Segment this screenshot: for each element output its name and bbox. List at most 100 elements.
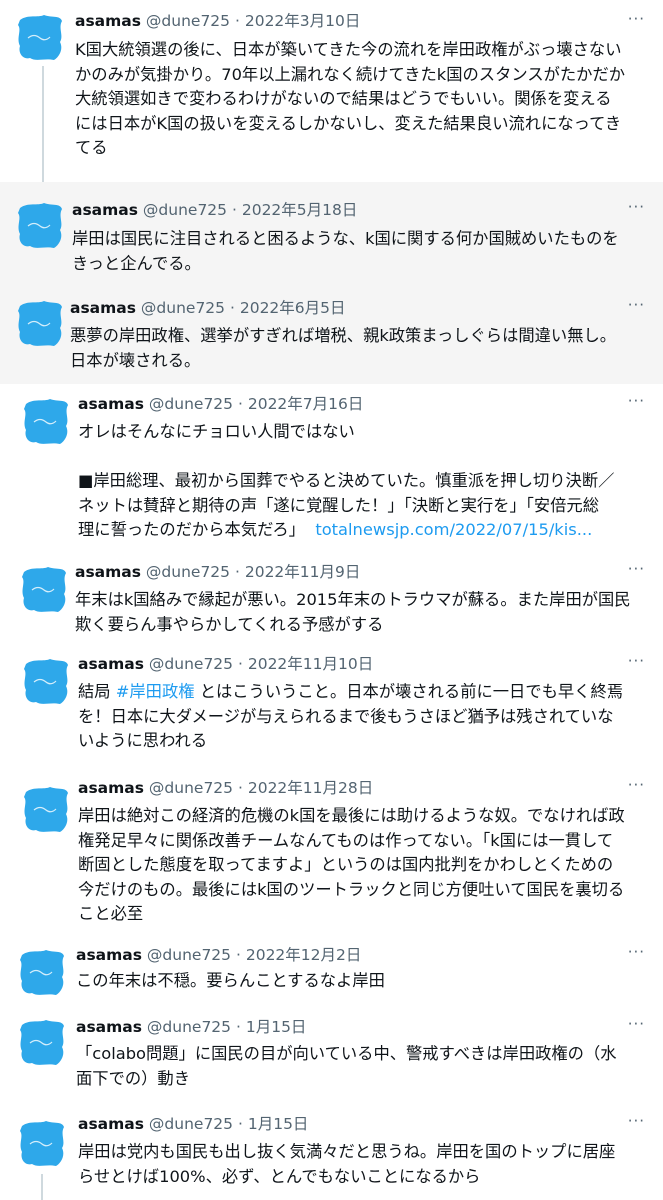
author-handle[interactable]: @dune725 xyxy=(147,1018,231,1036)
tweet-line: 岸田は絶対この経済的危機のk国を最後には助けるような奴。でなければ政 xyxy=(78,806,625,825)
tweet-header: asamas @dune725 · 2022年5月18日 xyxy=(72,200,357,220)
tweet[interactable]: asamas @dune725 · 2022年5月18日 ··· 岸田は国民に注… xyxy=(0,182,663,284)
tweet-header: asamas @dune725 · 2022年7月16日 xyxy=(78,394,363,414)
tweet[interactable]: asamas @dune725 · 1月15日 ··· 岸田は党内も国民も出し抜… xyxy=(0,1110,663,1200)
author-name[interactable]: asamas xyxy=(70,299,136,317)
tweet-line: 理に誓ったのだから本気だろ」 totalnewsjp.com/2022/07/1… xyxy=(78,518,614,543)
tweet-header: asamas @dune725 · 2022年12月2日 xyxy=(76,945,361,965)
tweet-line: こと必至 xyxy=(78,904,144,923)
hashtag-link[interactable]: #岸田政権 xyxy=(116,682,195,701)
tweet-date[interactable]: 1月15日 xyxy=(248,1115,309,1133)
tweet-line: には日本がK国の扱いを変えるしかないし、変えた結果良い流れになってき xyxy=(75,113,622,133)
tweet-date[interactable]: 2022年12月2日 xyxy=(246,946,362,964)
avatar[interactable] xyxy=(14,298,66,350)
article-link[interactable]: totalnewsjp.com/2022/07/15/kis... xyxy=(315,520,592,539)
avatar[interactable] xyxy=(20,784,72,836)
tweet[interactable]: asamas @dune725 · 2022年11月10日 ··· 結局 #岸田… xyxy=(0,644,663,774)
tweet-line: らせとけば100%、必ず、とんでもないことになるから xyxy=(78,1166,481,1186)
author-handle[interactable]: @dune725 xyxy=(147,946,231,964)
tweet-line: オレはそんなにチョロい人間ではない xyxy=(78,422,355,441)
author-name[interactable]: asamas xyxy=(78,655,144,673)
tweet-date[interactable]: 2022年5月18日 xyxy=(242,201,358,219)
more-options-icon[interactable]: ··· xyxy=(628,200,645,215)
tweet-line: 悪夢の岸田政権、選挙がすぎれば増税、親k政策まっしぐらは間違い無し。 xyxy=(70,326,617,345)
thread-line xyxy=(41,1174,43,1200)
tweet-date[interactable]: 2022年11月10日 xyxy=(248,655,373,673)
tweet-text: この年末は不穏。要らんことするなよ岸田 xyxy=(76,969,385,994)
tweet-line: てる xyxy=(75,138,108,157)
tweet[interactable]: asamas @dune725 · 2022年11月9日 ··· 年末はk国絡み… xyxy=(0,554,663,644)
avatar[interactable] xyxy=(18,564,70,616)
more-options-icon[interactable]: ··· xyxy=(628,945,645,960)
author-name[interactable]: asamas xyxy=(78,1115,144,1133)
tweet-line: 日本が壊される。 xyxy=(70,350,201,370)
tweet-line: 結局 #岸田政権 とはこういうこと。日本が壊される前に一日でも早く終焉 xyxy=(78,680,623,705)
author-name[interactable]: asamas xyxy=(72,201,138,219)
more-options-icon[interactable]: ··· xyxy=(628,1114,645,1129)
tweet-text: 岸田は党内も国民も出し抜く気満々だと思うね。岸田を国のトップに居座 らせとけば1… xyxy=(78,1140,615,1189)
tweet-header: asamas @dune725 · 2022年11月28日 xyxy=(78,778,373,798)
tweet-date[interactable]: 2022年11月28日 xyxy=(248,779,373,797)
tweet[interactable]: asamas @dune725 · 2022年11月28日 ··· 岸田は絶対こ… xyxy=(0,774,663,939)
tweet-header: asamas @dune725 · 1月15日 xyxy=(76,1017,306,1037)
tweet-line: を！日本に大ダメージが与えられるまで後もうさほど猶予は残されていな xyxy=(78,706,614,726)
tweet-date[interactable]: 2022年3月10日 xyxy=(245,12,361,30)
separator-dot: · xyxy=(237,395,243,413)
tweet[interactable]: asamas @dune725 · 2022年3月10日 ··· K国大統領選の… xyxy=(0,0,663,182)
tweet[interactable]: asamas @dune725 · 2022年12月2日 ··· この年末は不穏… xyxy=(0,939,663,1007)
tweet-line: ネットは賛辞と期待の声「遂に覚醒した！」「決断と実行を」「安倍元総 xyxy=(78,495,599,515)
tweet-line: 今だけのもの。最後にはk国のツートラックと同じ方便吐いて国民を裏切る xyxy=(78,879,625,899)
tweet-line xyxy=(78,445,614,470)
author-handle[interactable]: @dune725 xyxy=(149,655,233,673)
tweet-line: かのみが気掛かり。70年以上漏れなく続けてきたk国のスタンスがたかだか xyxy=(75,64,626,84)
tweet-date[interactable]: 2022年6月5日 xyxy=(240,299,346,317)
author-handle[interactable]: @dune725 xyxy=(149,395,233,413)
separator-dot: · xyxy=(234,563,240,581)
more-options-icon[interactable]: ··· xyxy=(628,562,645,577)
separator-dot: · xyxy=(234,12,240,30)
tweet-line: 岸田は国民に注目されると困るような、k国に関する何か国賊めいたものを xyxy=(72,229,619,248)
author-name[interactable]: asamas xyxy=(78,779,144,797)
tweet-line: 欺く要らん事やらかしてくれる予感がする xyxy=(75,614,384,634)
avatar[interactable] xyxy=(20,396,72,448)
more-options-icon[interactable]: ··· xyxy=(628,778,645,793)
avatar[interactable] xyxy=(16,947,68,999)
author-name[interactable]: asamas xyxy=(75,12,141,30)
tweet-date[interactable]: 2022年7月16日 xyxy=(248,395,364,413)
separator-dot: · xyxy=(237,779,243,797)
avatar[interactable] xyxy=(14,200,66,252)
more-options-icon[interactable]: ··· xyxy=(628,394,645,409)
author-name[interactable]: asamas xyxy=(78,395,144,413)
author-handle[interactable]: @dune725 xyxy=(146,563,230,581)
separator-dot: · xyxy=(229,299,235,317)
tweet-line: 岸田は党内も国民も出し抜く気満々だと思うね。岸田を国のトップに居座 xyxy=(78,1142,616,1161)
separator-dot: · xyxy=(231,201,237,219)
tweet-line: きっと企んでる。 xyxy=(72,253,201,273)
author-name[interactable]: asamas xyxy=(76,1018,142,1036)
author-name[interactable]: asamas xyxy=(76,946,142,964)
more-options-icon[interactable]: ··· xyxy=(628,1017,645,1032)
tweet-line: この年末は不穏。要らんことするなよ岸田 xyxy=(76,971,385,990)
tweet-date[interactable]: 1月15日 xyxy=(246,1018,307,1036)
avatar[interactable] xyxy=(16,1017,68,1069)
more-options-icon[interactable]: ··· xyxy=(628,654,645,669)
more-options-icon[interactable]: ··· xyxy=(628,12,645,27)
tweet-text: オレはそんなにチョロい人間ではない ■岸田総理、最初から国葬でやると決めていた。… xyxy=(78,420,614,543)
author-handle[interactable]: @dune725 xyxy=(143,201,227,219)
tweet[interactable]: asamas @dune725 · 1月15日 ··· 「colabo問題」に国… xyxy=(0,1007,663,1110)
avatar[interactable] xyxy=(16,1118,68,1170)
tweet[interactable]: asamas @dune725 · 2022年7月16日 ··· オレはそんなに… xyxy=(0,384,663,554)
author-handle[interactable]: @dune725 xyxy=(149,1115,233,1133)
avatar[interactable] xyxy=(20,656,72,708)
tweet[interactable]: asamas @dune725 · 2022年6月5日 ··· 悪夢の岸田政権、… xyxy=(0,284,663,384)
author-handle[interactable]: @dune725 xyxy=(141,299,225,317)
tweet-header: asamas @dune725 · 2022年3月10日 xyxy=(75,11,360,31)
author-handle[interactable]: @dune725 xyxy=(149,779,233,797)
tweet-date[interactable]: 2022年11月9日 xyxy=(245,563,361,581)
avatar[interactable] xyxy=(14,12,66,64)
more-options-icon[interactable]: ··· xyxy=(628,298,645,313)
author-name[interactable]: asamas xyxy=(75,563,141,581)
author-handle[interactable]: @dune725 xyxy=(146,12,230,30)
tweet-line-text: 結局 xyxy=(78,682,116,701)
tweet-line: 大統領選如きで変わるわけがないので結果はどうでもいい。関係を変える xyxy=(75,89,612,108)
